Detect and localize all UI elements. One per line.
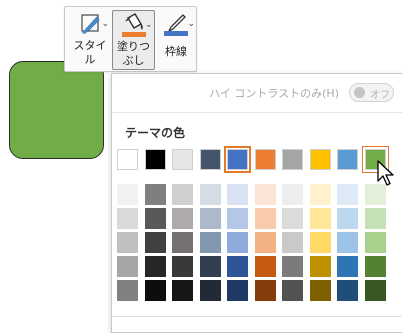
theme-color-swatch[interactable] xyxy=(199,149,221,170)
tint-color-swatch[interactable] xyxy=(337,280,358,301)
tint-color-swatch[interactable] xyxy=(282,184,303,205)
tint-color-swatch[interactable] xyxy=(337,232,358,253)
theme-color-swatch[interactable] xyxy=(117,149,138,170)
chevron-down-icon[interactable]: ⌄ xyxy=(187,19,195,29)
tint-color-swatch[interactable] xyxy=(254,280,276,301)
tint-color-swatch[interactable] xyxy=(227,232,248,253)
toggle-knob xyxy=(354,87,365,98)
tint-color-swatch[interactable] xyxy=(227,184,248,205)
divider xyxy=(112,316,402,317)
theme-color-swatch[interactable] xyxy=(337,149,358,170)
fill-button[interactable]: ⌄ 塗りつ ぶし xyxy=(112,10,155,70)
format-ribbon-group: ⌄ スタイ ル ⌄ 塗りつ ぶし ⌄ 枠線 xyxy=(64,6,197,72)
high-contrast-toggle[interactable]: オフ xyxy=(349,83,394,102)
style-label: スタイ ル xyxy=(73,39,107,66)
tint-color-swatch[interactable] xyxy=(144,256,166,277)
tint-color-swatch[interactable] xyxy=(227,280,248,301)
tint-color-swatch[interactable] xyxy=(364,232,386,253)
tint-color-swatch[interactable] xyxy=(364,256,386,277)
tint-color-swatch[interactable] xyxy=(117,280,138,301)
tint-color-swatch[interactable] xyxy=(117,184,138,205)
tint-color-swatch[interactable] xyxy=(309,256,331,277)
tint-color-swatch[interactable] xyxy=(144,208,166,229)
tint-color-swatch[interactable] xyxy=(199,256,221,277)
tint-color-swatch[interactable] xyxy=(337,208,358,229)
theme-color-swatch[interactable] xyxy=(282,149,303,170)
fill-color-dropdown: ハイ コントラストのみ(H) オフ テーマの色 xyxy=(111,73,402,333)
style-brush-icon: ⌄ xyxy=(73,11,109,39)
fill-label: 塗りつ ぶし xyxy=(116,40,151,67)
theme-color-swatch[interactable] xyxy=(224,146,251,173)
tint-color-swatch[interactable] xyxy=(199,280,221,301)
tint-color-swatch[interactable] xyxy=(144,184,166,205)
tint-color-swatch[interactable] xyxy=(364,208,386,229)
theme-color-swatch[interactable] xyxy=(309,149,331,170)
divider xyxy=(112,112,402,113)
tint-color-swatch[interactable] xyxy=(199,208,221,229)
tint-color-swatch[interactable] xyxy=(309,184,331,205)
tint-color-swatch[interactable] xyxy=(172,184,193,205)
tint-color-swatch[interactable] xyxy=(337,256,358,277)
theme-color-swatch[interactable] xyxy=(254,149,276,170)
tint-color-swatch[interactable] xyxy=(172,280,193,301)
theme-color-swatch[interactable] xyxy=(172,149,193,170)
tint-color-swatch[interactable] xyxy=(199,232,221,253)
tint-color-swatch[interactable] xyxy=(282,208,303,229)
theme-colors-title: テーマの色 xyxy=(125,126,186,140)
tint-color-swatch[interactable] xyxy=(117,208,138,229)
tint-color-swatch[interactable] xyxy=(227,256,248,277)
high-contrast-label: ハイ コントラストのみ(H) xyxy=(209,87,339,100)
pen-icon: ⌄ xyxy=(159,11,195,39)
high-contrast-row: ハイ コントラストのみ(H) オフ xyxy=(112,74,402,112)
tint-color-swatch[interactable] xyxy=(309,208,331,229)
tint-color-swatch[interactable] xyxy=(282,280,303,301)
tint-color-swatch[interactable] xyxy=(309,232,331,253)
tint-color-swatch[interactable] xyxy=(172,208,193,229)
tint-color-swatch[interactable] xyxy=(364,280,386,301)
tint-color-swatch[interactable] xyxy=(227,208,248,229)
tint-color-swatch[interactable] xyxy=(282,232,303,253)
tint-color-swatch[interactable] xyxy=(309,280,331,301)
tint-color-swatch[interactable] xyxy=(254,232,276,253)
mouse-pointer-icon xyxy=(377,160,394,186)
tint-color-swatch[interactable] xyxy=(282,256,303,277)
tint-color-swatch[interactable] xyxy=(199,184,221,205)
selected-shape[interactable] xyxy=(9,61,104,159)
paint-bucket-icon: ⌄ xyxy=(117,12,153,40)
tint-color-swatch[interactable] xyxy=(337,184,358,205)
toggle-state-text: オフ xyxy=(370,90,390,101)
tint-color-swatch[interactable] xyxy=(254,256,276,277)
tint-color-swatch[interactable] xyxy=(172,256,193,277)
tint-color-swatch[interactable] xyxy=(172,232,193,253)
style-button[interactable]: ⌄ スタイ ル xyxy=(69,10,111,70)
chevron-down-icon[interactable]: ⌄ xyxy=(101,19,109,29)
tint-color-swatch[interactable] xyxy=(254,184,276,205)
border-label: 枠線 xyxy=(165,45,187,58)
tint-color-swatch[interactable] xyxy=(117,232,138,253)
border-button[interactable]: ⌄ 枠線 xyxy=(157,10,195,70)
theme-color-swatch[interactable] xyxy=(144,149,166,170)
chevron-down-icon[interactable]: ⌄ xyxy=(145,20,153,30)
tint-color-swatch[interactable] xyxy=(144,280,166,301)
tint-color-swatch[interactable] xyxy=(117,256,138,277)
tint-color-swatch[interactable] xyxy=(254,208,276,229)
tint-color-swatch[interactable] xyxy=(144,232,166,253)
